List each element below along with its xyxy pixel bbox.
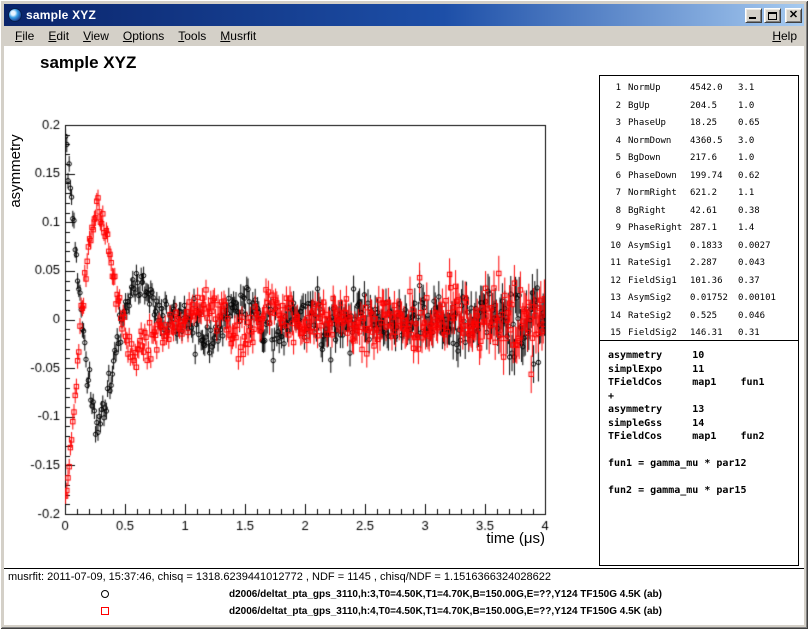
app-window: sample XYZ ✕ File Edit View Options Tool… <box>0 0 808 629</box>
param-row: 7NormRight621.21.1 <box>606 185 798 203</box>
plot-title: sample XYZ <box>40 53 136 73</box>
x-axis-title: time (μs) <box>445 530 545 547</box>
menu-item-help[interactable]: Help <box>765 27 804 45</box>
param-row: 8BgRight42.610.38 <box>606 203 798 221</box>
param-row: 1NormUp4542.03.1 <box>606 80 798 98</box>
legend-circle-marker <box>101 590 109 598</box>
param-row: 10AsymSig10.18330.0027 <box>606 238 798 256</box>
theory-line: fun2 = gamma_mu * par15 <box>608 484 798 498</box>
param-row: 15FieldSig2146.310.31 <box>606 325 798 341</box>
theory-line <box>608 444 798 458</box>
maximize-button[interactable] <box>764 8 781 23</box>
minimize-button[interactable] <box>745 8 762 23</box>
param-row: 9PhaseRight287.11.4 <box>606 220 798 238</box>
param-row: 6PhaseDown199.740.62 <box>606 168 798 186</box>
theory-line <box>608 471 798 485</box>
close-icon: ✕ <box>786 9 801 22</box>
legend-row: d2006/deltat_pta_gps_3110,h:4,T0=4.50K,T… <box>4 603 804 620</box>
menu-item-options[interactable]: Options <box>116 27 171 45</box>
menu-item-view[interactable]: View <box>76 27 116 45</box>
theory-line: TFieldCos map1 fun2 <box>608 430 798 444</box>
menu-item-edit[interactable]: Edit <box>41 27 76 45</box>
legend-label: d2006/deltat_pta_gps_3110,h:3,T0=4.50K,T… <box>229 589 662 600</box>
param-row: 3PhaseUp18.250.65 <box>606 115 798 133</box>
param-row: 13AsymSig20.017520.00101 <box>606 290 798 308</box>
menubar: File Edit View Options Tools Musrfit Hel… <box>4 26 804 46</box>
maximize-icon <box>768 12 777 20</box>
legend-row: d2006/deltat_pta_gps_3110,h:3,T0=4.50K,T… <box>4 586 804 603</box>
legend-label: d2006/deltat_pta_gps_3110,h:4,T0=4.50K,T… <box>229 606 662 617</box>
theory-line: asymmetry 10 <box>608 349 798 363</box>
param-row: 12FieldSig1101.360.37 <box>606 273 798 291</box>
theory-line: simpleGss 14 <box>608 417 798 431</box>
theory-line: asymmetry 13 <box>608 403 798 417</box>
menu-item-tools[interactable]: Tools <box>171 27 213 45</box>
theory-box: asymmetry 10simplExpo 11TFieldCos map1 f… <box>599 340 799 566</box>
legend-square-marker <box>101 607 109 615</box>
canvas-area: sample XYZ asymmetry time (μs) 1NormUp45… <box>4 46 804 625</box>
theory-line: simplExpo 11 <box>608 363 798 377</box>
fit-status-text: musrfit: 2011-07-09, 15:37:46, chisq = 1… <box>8 571 551 583</box>
close-button[interactable]: ✕ <box>785 8 802 23</box>
menu-item-file[interactable]: File <box>8 27 41 45</box>
param-row: 14RateSig20.5250.046 <box>606 308 798 326</box>
minimize-icon <box>749 17 756 19</box>
window-title: sample XYZ <box>26 8 745 22</box>
parameter-list: 1NormUp4542.03.12BgUp204.51.03PhaseUp18.… <box>599 75 799 341</box>
param-row: 5BgDown217.61.0 <box>606 150 798 168</box>
titlebar[interactable]: sample XYZ ✕ <box>4 4 804 26</box>
app-icon <box>8 8 22 22</box>
theory-line: + <box>608 390 798 404</box>
menu-item-musrfit[interactable]: Musrfit <box>213 27 263 45</box>
theory-line: TFieldCos map1 fun1 <box>608 376 798 390</box>
param-row: 2BgUp204.51.0 <box>606 98 798 116</box>
footer-separator <box>4 568 804 569</box>
param-row: 11RateSig12.2870.043 <box>606 255 798 273</box>
plot-canvas[interactable] <box>4 74 574 574</box>
theory-line: fun1 = gamma_mu * par12 <box>608 457 798 471</box>
y-axis-title: asymmetry <box>7 111 25 231</box>
param-row: 4NormDown4360.53.0 <box>606 133 798 151</box>
